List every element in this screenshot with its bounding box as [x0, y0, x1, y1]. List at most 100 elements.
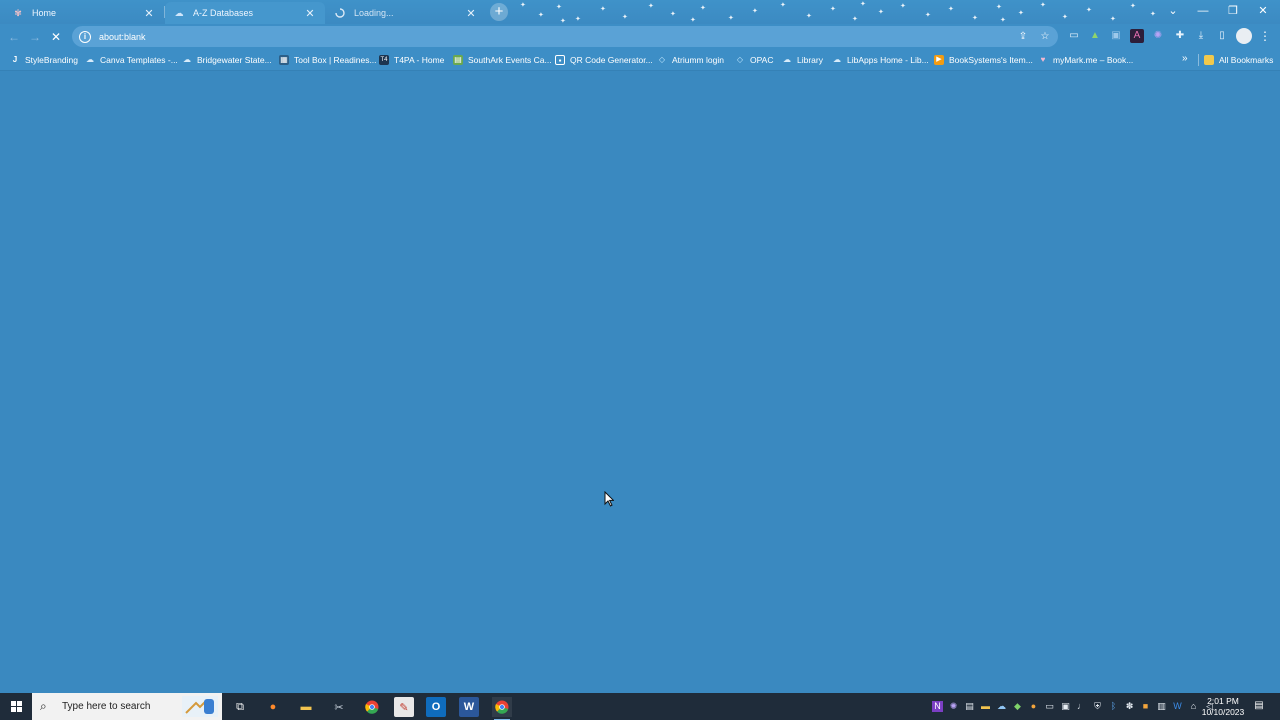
- snipping-tool-icon[interactable]: ✂: [329, 697, 349, 717]
- adobe-extension-icon[interactable]: A: [1130, 29, 1144, 43]
- share-icon[interactable]: ⇪: [1014, 31, 1032, 42]
- star-decoration-icon: ✦: [728, 15, 734, 22]
- bookmark-booksystems[interactable]: ▶ BookSystems's Item...: [934, 53, 1033, 67]
- clock-date: 10/10/2023: [1201, 707, 1245, 717]
- tray-word-icon[interactable]: W: [1172, 701, 1183, 712]
- bookmark-libapps-home[interactable]: ☁ LibApps Home - Lib...: [832, 53, 929, 67]
- bookmark-opac[interactable]: ◇ OPAC: [735, 53, 774, 67]
- taskbar-clock[interactable]: 2:01 PM 10/10/2023: [1200, 696, 1246, 718]
- back-button[interactable]: ←: [5, 28, 23, 46]
- file-explorer-icon[interactable]: ▬: [296, 697, 316, 717]
- minimize-button[interactable]: —: [1190, 2, 1216, 20]
- bookmark-canva-templates[interactable]: ☁ Canva Templates -...: [85, 53, 178, 67]
- tab-a-z-databases[interactable]: ☁ A-Z Databases ✕: [165, 2, 325, 24]
- extension-icon[interactable]: ▣: [1109, 29, 1123, 43]
- bookmark-library[interactable]: ☁ Library: [782, 53, 823, 67]
- j-icon: J: [12, 55, 18, 64]
- start-button[interactable]: [0, 693, 32, 720]
- star-decoration-icon: ✦: [752, 8, 758, 15]
- tab-close-icon[interactable]: ✕: [303, 7, 317, 20]
- t4-icon: T4: [379, 55, 389, 65]
- side-panel-icon[interactable]: ▯: [1215, 29, 1229, 43]
- bookmark-tool-box[interactable]: ▦ Tool Box | Readines...: [279, 53, 377, 67]
- profile-avatar[interactable]: [1236, 28, 1252, 44]
- stop-loading-button[interactable]: ✕: [47, 28, 65, 46]
- star-decoration-icon: ✦: [538, 12, 544, 19]
- drive-sync-icon[interactable]: ◆: [1012, 701, 1023, 712]
- bookmark-label: QR Code Generator...: [570, 55, 653, 65]
- more-menu-icon[interactable]: ⋮: [1258, 28, 1272, 44]
- drive-extension-icon[interactable]: ▲: [1088, 29, 1102, 43]
- onenote-tray-icon[interactable]: N: [932, 701, 943, 712]
- chrome-icon[interactable]: [362, 697, 382, 717]
- tray-settings-icon[interactable]: ✽: [1124, 701, 1135, 712]
- pdf-reader-icon[interactable]: ✎: [394, 697, 414, 717]
- bookmark-mymark-me[interactable]: ♥ myMark.me – Book...: [1038, 53, 1134, 67]
- star-decoration-icon: ✦: [520, 2, 526, 9]
- star-decoration-icon: ✦: [780, 2, 786, 9]
- bookmark-label: StyleBranding: [25, 55, 78, 65]
- firefox-icon[interactable]: ●: [263, 697, 283, 717]
- search-highlight-art-icon: [182, 696, 218, 717]
- sparkle-tray-icon[interactable]: ✺: [948, 701, 959, 712]
- chrome-active-icon[interactable]: [492, 697, 512, 720]
- network-icon[interactable]: ⌂: [1188, 701, 1199, 712]
- tab-loading[interactable]: Loading... ✕: [326, 2, 486, 24]
- star-decoration-icon: ✦: [1130, 3, 1136, 10]
- word-icon[interactable]: W: [459, 697, 479, 717]
- taskbar-search-box[interactable]: ⌕ Type here to search: [32, 693, 222, 720]
- address-url[interactable]: about:blank: [99, 32, 1014, 42]
- bookmark-label: SouthArk Events Ca...: [468, 55, 552, 65]
- bookmarks-overflow-button[interactable]: »: [1182, 53, 1188, 64]
- tab-close-icon[interactable]: ✕: [464, 7, 478, 20]
- notifications-icon[interactable]: ▤: [1252, 700, 1266, 713]
- bookmark-stylebranding[interactable]: J StyleBranding: [10, 53, 78, 67]
- all-bookmarks-folder[interactable]: All Bookmarks: [1204, 53, 1273, 67]
- sparkle-extension-icon[interactable]: ✺: [1151, 29, 1165, 43]
- puzzle-extensions-icon[interactable]: ✚: [1173, 29, 1187, 43]
- new-tab-button[interactable]: +: [490, 3, 508, 21]
- microphone-icon[interactable]: ♩: [1076, 701, 1087, 712]
- display-icon[interactable]: ▭: [1044, 701, 1055, 712]
- cast-icon[interactable]: ▭: [1067, 29, 1081, 43]
- bookmark-southark-events[interactable]: ▤ SouthArk Events Ca...: [453, 53, 552, 67]
- bookmark-star-icon[interactable]: ☆: [1036, 31, 1054, 42]
- spinner-icon: [334, 7, 346, 19]
- bookmark-t4pa-home[interactable]: T4 T4PA - Home: [379, 53, 444, 67]
- cloud-icon: ☁: [183, 55, 191, 64]
- tray-folder-icon[interactable]: ▬: [980, 701, 991, 712]
- tray-window-icon[interactable]: ▣: [1060, 701, 1071, 712]
- download-icon[interactable]: ⤓: [1194, 29, 1208, 43]
- security-icon[interactable]: ⛨: [1092, 701, 1103, 712]
- address-bar[interactable]: i about:blank ⇪ ☆: [72, 26, 1058, 47]
- bluetooth-icon[interactable]: ᛒ: [1108, 701, 1119, 712]
- site-info-icon[interactable]: i: [79, 30, 91, 43]
- tab-label: Loading...: [354, 8, 394, 18]
- task-view-icon[interactable]: ⧉: [230, 697, 250, 717]
- outlook-icon[interactable]: O: [426, 697, 446, 717]
- tab-home[interactable]: ✾ Home ✕: [4, 2, 164, 24]
- close-window-button[interactable]: ✕: [1250, 2, 1276, 20]
- tray-app3-icon[interactable]: ▥: [1156, 701, 1167, 712]
- star-decoration-icon: ✦: [806, 13, 812, 20]
- windows-logo-icon: [10, 701, 22, 712]
- page-content-blank[interactable]: [0, 72, 1280, 693]
- bookmark-bridgewater-state[interactable]: ☁ Bridgewater State...: [182, 53, 272, 67]
- star-decoration-icon: ✦: [556, 4, 562, 11]
- star-decoration-icon: ✦: [648, 3, 654, 10]
- star-decoration-icon: ✦: [852, 16, 858, 23]
- tab-close-icon[interactable]: ✕: [142, 7, 156, 20]
- bookmark-qr-code-generator[interactable]: ▪ QR Code Generator...: [555, 53, 653, 67]
- restore-button[interactable]: ❐: [1220, 2, 1246, 20]
- star-decoration-icon: ✦: [972, 15, 978, 22]
- bookmarks-bar: J StyleBranding ☁ Canva Templates -... ☁…: [0, 49, 1280, 71]
- tray-app2-icon[interactable]: ■: [1140, 701, 1151, 712]
- star-decoration-icon: ✦: [600, 6, 606, 13]
- bookmark-label: Atriumm login: [672, 55, 724, 65]
- tray-app-icon[interactable]: ▤: [964, 701, 975, 712]
- tab-search-dropdown-icon[interactable]: ⌄: [1160, 2, 1186, 20]
- tray-orange-icon[interactable]: ●: [1028, 701, 1039, 712]
- onedrive-icon[interactable]: ☁: [996, 701, 1007, 712]
- forward-button[interactable]: →: [26, 28, 44, 46]
- bookmark-atriumm-login[interactable]: ◇ Atriumm login: [657, 53, 724, 67]
